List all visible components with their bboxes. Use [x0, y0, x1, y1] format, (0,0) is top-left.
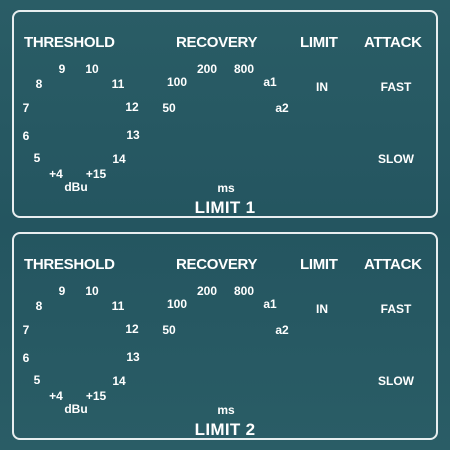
- recovery-tick: 100: [166, 75, 188, 89]
- threshold-tick: 11: [111, 299, 125, 313]
- limit-in-label: IN: [316, 302, 328, 316]
- recovery-tick: 200: [196, 62, 218, 76]
- recovery-tick: 50: [162, 101, 176, 115]
- threshold-tick: 14: [112, 152, 126, 166]
- threshold-min-label: +4: [49, 389, 63, 403]
- threshold-tick: 8: [35, 299, 43, 313]
- threshold-tick: 7: [22, 323, 30, 337]
- threshold-tick: 13: [126, 128, 140, 142]
- limit-label: LIMIT: [300, 256, 338, 273]
- threshold-tick: 7: [22, 101, 30, 115]
- recovery-label: RECOVERY: [176, 256, 258, 273]
- threshold-tick: 5: [33, 151, 41, 165]
- recovery-label: RECOVERY: [176, 34, 258, 51]
- recovery-tick: 800: [233, 62, 255, 76]
- attack-label: ATTACK: [364, 256, 422, 273]
- limit-1-panel: THRESHOLD RECOVERY LIMIT ATTACK 5 6 7 8 …: [12, 10, 438, 218]
- attack-fast-label: FAST: [380, 80, 412, 94]
- threshold-tick: 5: [33, 373, 41, 387]
- threshold-tick: 10: [85, 284, 99, 298]
- threshold-tick: 9: [58, 62, 66, 76]
- threshold-unit: dBu: [64, 180, 88, 194]
- recovery-tick: 200: [196, 284, 218, 298]
- recovery-tick: 50: [162, 323, 176, 337]
- attack-fast-label: FAST: [380, 302, 412, 316]
- threshold-max-label: +15: [85, 389, 107, 403]
- threshold-tick: 14: [112, 374, 126, 388]
- recovery-tick: a1: [263, 297, 277, 311]
- threshold-tick: 9: [58, 284, 66, 298]
- threshold-tick: 6: [22, 129, 30, 143]
- threshold-tick: 6: [22, 351, 30, 365]
- recovery-unit: ms: [217, 403, 235, 417]
- threshold-unit: dBu: [64, 402, 88, 416]
- threshold-tick: 10: [85, 62, 99, 76]
- limit-label: LIMIT: [300, 34, 338, 51]
- limit-2-title: LIMIT 2: [194, 420, 256, 439]
- attack-slow-label: SLOW: [378, 374, 414, 388]
- attack-slow-label: SLOW: [378, 152, 414, 166]
- recovery-tick: a2: [275, 323, 289, 337]
- recovery-tick: a2: [275, 101, 289, 115]
- threshold-tick: 12: [125, 322, 139, 336]
- limit-in-label: IN: [316, 80, 328, 94]
- threshold-tick: 13: [126, 350, 140, 364]
- attack-label: ATTACK: [364, 34, 422, 51]
- threshold-tick: 11: [111, 77, 125, 91]
- threshold-min-label: +4: [49, 167, 63, 181]
- threshold-label: THRESHOLD: [24, 256, 115, 273]
- threshold-tick: 12: [125, 100, 139, 114]
- recovery-tick: 800: [233, 284, 255, 298]
- threshold-max-label: +15: [85, 167, 107, 181]
- threshold-label: THRESHOLD: [24, 34, 115, 51]
- limit-1-title: LIMIT 1: [194, 198, 256, 217]
- recovery-unit: ms: [217, 181, 235, 195]
- recovery-tick: a1: [263, 75, 277, 89]
- recovery-tick: 100: [166, 297, 188, 311]
- limit-2-panel: THRESHOLD RECOVERY LIMIT ATTACK 5 6 7 8 …: [12, 232, 438, 440]
- threshold-tick: 8: [35, 77, 43, 91]
